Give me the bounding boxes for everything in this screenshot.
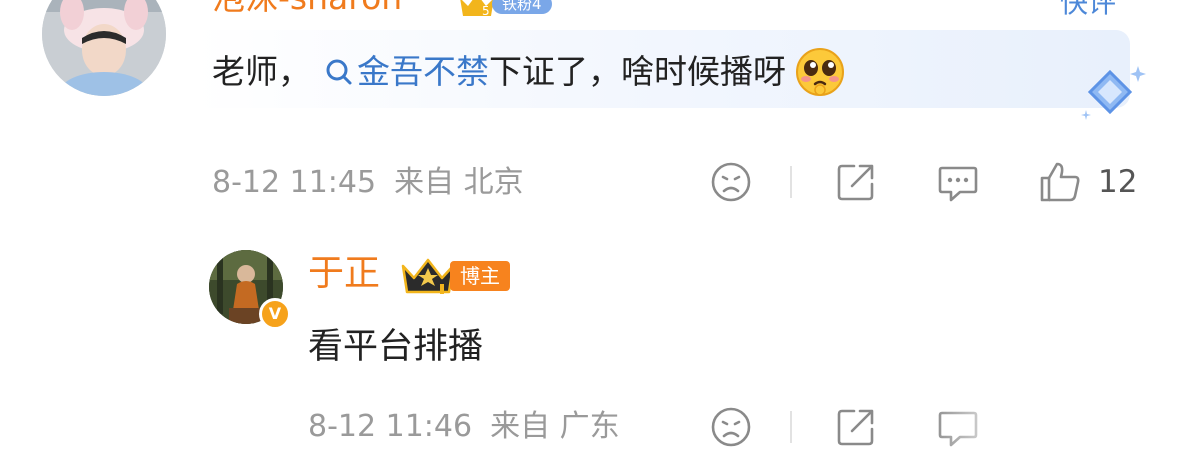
commenter-username[interactable]: 泡沫-sharon: [212, 0, 402, 18]
reply-timestamp: 8-12 11:46: [308, 409, 473, 444]
quick-reply-link[interactable]: 快评: [1060, 0, 1116, 20]
comment-text: 老师， 金吾不禁 下证了，啥时候播呀: [212, 46, 846, 98]
fan-level-label: 铁粉4: [492, 0, 552, 14]
diamond-sparkle-icon: [1081, 66, 1146, 120]
crown-icon: 5: [460, 0, 494, 18]
reply-meta: 8-12 11:46 来自 广东: [308, 407, 620, 447]
search-icon: [326, 59, 352, 85]
commenter-avatar[interactable]: [42, 0, 166, 96]
action-divider: [790, 166, 792, 198]
reply-text: 看平台排播: [308, 327, 484, 367]
share-icon[interactable]: [834, 405, 878, 449]
dislike-face-icon[interactable]: [709, 160, 753, 204]
crown-icon: [401, 258, 455, 294]
comment-text-suffix: 下证了，啥时候播呀: [489, 52, 786, 91]
share-icon[interactable]: [834, 160, 878, 204]
svg-text:5: 5: [482, 4, 490, 18]
topic-link[interactable]: 金吾不禁: [325, 47, 489, 97]
fan-level-badge: 5 铁粉4: [458, 0, 552, 18]
verified-badge: V: [259, 298, 291, 330]
watermark-overlay: [930, 406, 1179, 460]
comment-icon[interactable]: [936, 160, 980, 204]
host-badge: 博主: [400, 256, 510, 296]
thumbs-up-icon[interactable]: [1038, 160, 1082, 204]
pleading-face-icon: [796, 48, 844, 96]
like-count: 12: [1098, 164, 1138, 200]
comment-meta: 8-12 11:45 来自 北京: [212, 163, 524, 203]
dislike-face-icon[interactable]: [709, 405, 753, 449]
comment-text-prefix: 老师，: [212, 52, 311, 91]
action-divider: [790, 411, 792, 443]
host-badge-label: 博主: [450, 261, 510, 291]
topic-label[interactable]: 金吾不禁: [357, 47, 489, 97]
reply-location: 来自 广东: [490, 409, 620, 444]
replier-username[interactable]: 于正: [308, 252, 380, 296]
comment-timestamp: 8-12 11:45: [212, 165, 377, 200]
comment-location: 来自 北京: [394, 165, 524, 200]
